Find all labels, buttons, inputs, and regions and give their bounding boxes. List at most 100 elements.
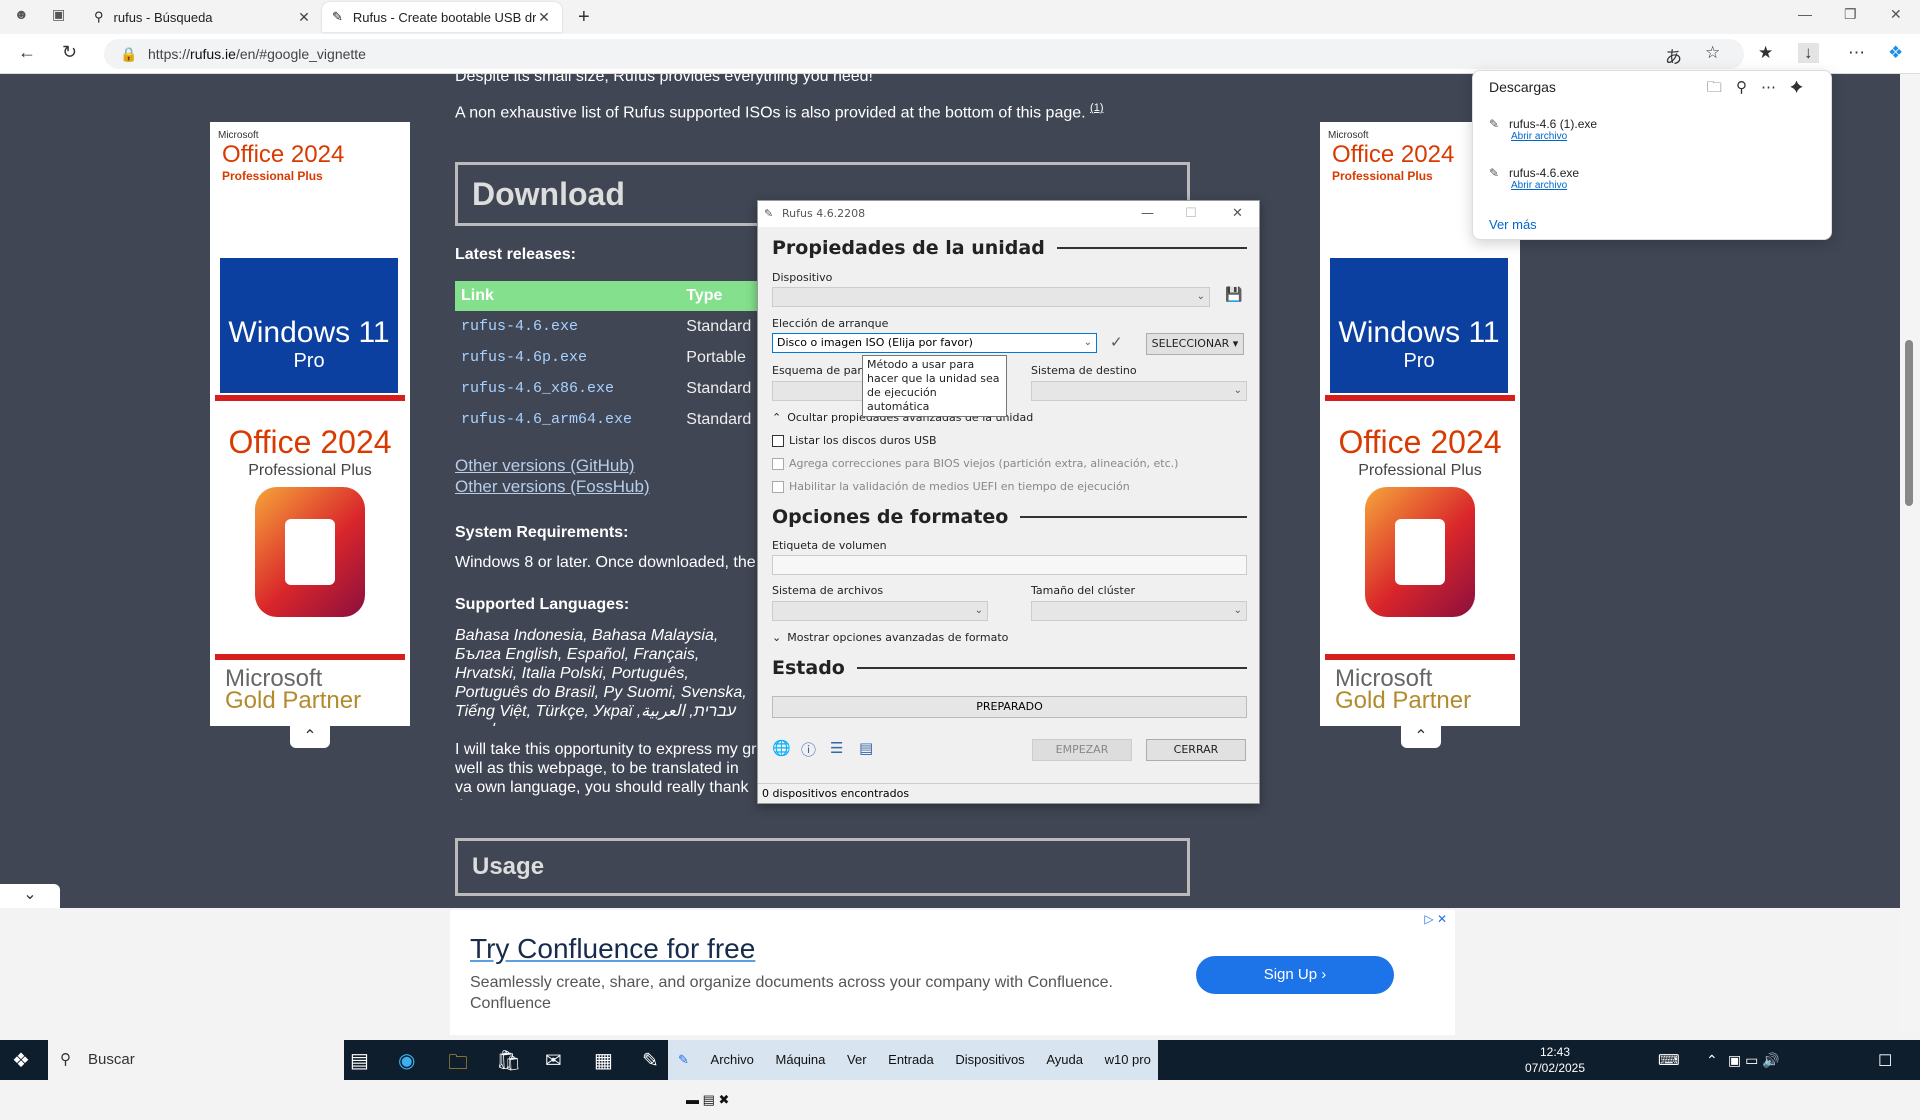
tab-rufus[interactable]: ✎ Rufus - Create bootable USB drive ✕ xyxy=(322,2,562,32)
confluence-ad[interactable]: ▷ ✕ Try Confluence for free Seamlessly c… xyxy=(450,910,1455,1035)
favorite-star-icon[interactable]: ☆ xyxy=(1705,43,1720,63)
fosshub-link[interactable]: Other versions (FossHub) xyxy=(455,477,650,497)
more-icon[interactable]: ⋯ xyxy=(1848,43,1865,63)
download-item[interactable]: ✎ rufus-4.6.exe Abrir archivo xyxy=(1489,166,1579,191)
rufus-icon: ✎ xyxy=(332,9,343,24)
minimize-button[interactable]: — xyxy=(1798,6,1812,22)
target-system-select[interactable]: ⌄ xyxy=(1031,381,1247,401)
pin-icon[interactable]: ✦ xyxy=(1790,79,1817,96)
vb-menu-devices[interactable]: Dispositivos xyxy=(955,1052,1024,1067)
sign-up-button[interactable]: Sign Up › xyxy=(1196,956,1394,994)
office-edition: Professional Plus xyxy=(222,169,323,183)
url-input[interactable]: 🔒 https://rufus.ie/en/#google_vignette xyxy=(104,39,1744,69)
log-icon[interactable]: ▤ xyxy=(859,739,873,757)
ad-title[interactable]: Try Confluence for free xyxy=(470,933,755,965)
close-button[interactable]: ✕ xyxy=(1232,201,1243,227)
download-link[interactable]: rufus-4.6p.exe xyxy=(455,342,680,373)
chevron-down-icon: ⌄ xyxy=(1196,291,1205,302)
chevron-up-icon[interactable]: ⌃ xyxy=(290,726,330,748)
download-icon[interactable]: ↓ xyxy=(1798,43,1819,63)
rufus-taskbar-icon[interactable]: ✎ xyxy=(642,1048,659,1073)
keyboard-icon[interactable]: ⌨ xyxy=(1658,1051,1680,1069)
languages-heading: Supported Languages: xyxy=(455,596,630,613)
virtualbox-icon[interactable]: ▦ xyxy=(594,1048,613,1073)
device-select[interactable]: ⌄ xyxy=(772,287,1210,307)
vb-menu-file[interactable]: Archivo xyxy=(711,1052,754,1067)
url-path: /en/#google_vignette xyxy=(235,46,366,62)
minimize-button[interactable]: — xyxy=(1141,201,1154,227)
tray-chevron-up-icon[interactable]: ⌃ xyxy=(1706,1052,1718,1069)
select-button[interactable]: SELECCIONAR ▾ xyxy=(1146,333,1244,355)
volume-label-input[interactable] xyxy=(772,555,1247,575)
url-prefix: https:// xyxy=(148,46,191,62)
read-aloud-icon[interactable]: あ xyxy=(1665,43,1682,68)
file-system-select[interactable]: ⌄ xyxy=(772,601,988,621)
search-icon[interactable]: ⚲ xyxy=(1736,79,1761,96)
mail-icon[interactable]: ✉ xyxy=(545,1048,562,1073)
vb-menu-input[interactable]: Entrada xyxy=(888,1052,934,1067)
tab-actions-icon[interactable]: ▣ xyxy=(52,6,65,23)
file-explorer-icon[interactable]: 🗀 xyxy=(448,1048,468,1082)
settings-icon[interactable]: ☰ xyxy=(830,739,843,757)
footnote-link[interactable]: (1) xyxy=(1090,102,1103,114)
vb-menu-view[interactable]: Ver xyxy=(847,1052,867,1067)
back-button[interactable]: ← xyxy=(18,42,36,63)
vb-menu-machine[interactable]: Máquina xyxy=(776,1052,826,1067)
tray-icons[interactable]: ▣ ▭ 🔊 xyxy=(1728,1052,1780,1069)
device-label: Dispositivo xyxy=(772,271,833,284)
boot-selection-select[interactable]: Disco o imagen ISO (Elija por favor) ⌄ xyxy=(772,333,1097,353)
releases-table: Link Type rufus-4.6.exe Standard rufus-4… xyxy=(455,281,775,435)
refresh-button[interactable]: ↻ xyxy=(62,42,77,63)
github-link[interactable]: Other versions (GitHub) xyxy=(455,456,635,476)
save-icon[interactable]: 💾 xyxy=(1225,287,1242,303)
windows-start-icon[interactable]: ❖ xyxy=(12,1048,30,1073)
downloads-title: Descargas xyxy=(1489,79,1556,95)
window-close-button[interactable]: ✕ xyxy=(1890,6,1902,23)
download-link[interactable]: rufus-4.6.exe xyxy=(455,311,680,342)
search-icon: ⚲ xyxy=(60,1051,71,1068)
check-icon[interactable]: ✓ xyxy=(1110,333,1123,351)
tab-search[interactable]: ⚲ rufus - Búsqueda ✕ xyxy=(84,2,322,32)
vb-tool-icons[interactable]: ▬ ▤ ✖ xyxy=(686,1092,729,1107)
ad-close-icon[interactable]: ▷ ✕ xyxy=(1424,912,1447,926)
restore-button[interactable]: ❐ xyxy=(1844,6,1857,23)
close-icon[interactable]: ✕ xyxy=(536,9,552,26)
languages-list: Bahasa Indonesia, Bahasa Malaysia, Бълга… xyxy=(455,627,747,726)
open-file-link[interactable]: Abrir archivo xyxy=(1511,131,1597,142)
close-dialog-button[interactable]: CERRAR xyxy=(1146,739,1246,761)
store-icon[interactable]: 🛍 xyxy=(496,1048,521,1073)
boot-selection-tooltip: Método a usar para hacer que la unidad s… xyxy=(862,355,1007,417)
notifications-icon[interactable]: ☐ xyxy=(1878,1051,1892,1071)
taskbar-search-input[interactable]: ⚲ Buscar xyxy=(48,1040,344,1080)
language-icon[interactable]: 🌐 xyxy=(772,739,791,757)
list-usb-checkbox[interactable]: Listar los discos duros USB xyxy=(772,434,937,447)
copilot-icon[interactable]: ❖ xyxy=(1888,43,1903,63)
system-clock[interactable]: 12:43 07/02/2025 xyxy=(1515,1044,1595,1076)
windows-banner: Windows 11 Pro xyxy=(1330,258,1508,393)
new-tab-button[interactable]: + xyxy=(578,6,590,29)
vb-menu-help[interactable]: Ayuda xyxy=(1046,1052,1083,1067)
rufus-titlebar[interactable]: ✎ Rufus 4.6.2208 — ☐ ✕ xyxy=(758,201,1259,227)
more-icon[interactable]: ⋯ xyxy=(1761,79,1790,96)
close-icon[interactable]: ✕ xyxy=(296,9,312,26)
download-link[interactable]: rufus-4.6_arm64.exe xyxy=(455,404,680,435)
favorites-icon[interactable]: ★ xyxy=(1758,43,1773,63)
profile-icon[interactable]: ☻ xyxy=(14,6,29,22)
download-item[interactable]: ✎ rufus-4.6 (1).exe Abrir archivo xyxy=(1489,117,1597,142)
office-ad-left[interactable]: Microsoft Office 2024 Professional Plus … xyxy=(210,122,410,726)
info-icon[interactable]: ⓘ xyxy=(801,739,816,760)
open-file-link[interactable]: Abrir archivo xyxy=(1511,180,1579,191)
system-requirements-text: Windows 8 or later. Once downloaded, the xyxy=(455,554,756,571)
scrollbar-thumb[interactable] xyxy=(1905,340,1913,506)
cluster-size-select[interactable]: ⌄ xyxy=(1031,601,1247,621)
scrollbar[interactable] xyxy=(1900,74,1920,1034)
see-more-link[interactable]: Ver más xyxy=(1489,217,1537,232)
show-advanced-format-toggle[interactable]: ⌄ Mostrar opciones avanzadas de formato xyxy=(772,631,1008,644)
chevron-up-icon[interactable]: ⌃ xyxy=(1401,726,1441,748)
folder-icon[interactable]: 🗀 xyxy=(1707,79,1736,96)
task-view-icon[interactable]: ▤ xyxy=(350,1048,369,1073)
search-icon: ⚲ xyxy=(94,9,104,24)
chevron-down-icon[interactable]: ⌄ xyxy=(0,884,60,908)
download-link[interactable]: rufus-4.6_x86.exe xyxy=(455,373,680,404)
edge-icon[interactable]: ◉ xyxy=(398,1048,415,1073)
